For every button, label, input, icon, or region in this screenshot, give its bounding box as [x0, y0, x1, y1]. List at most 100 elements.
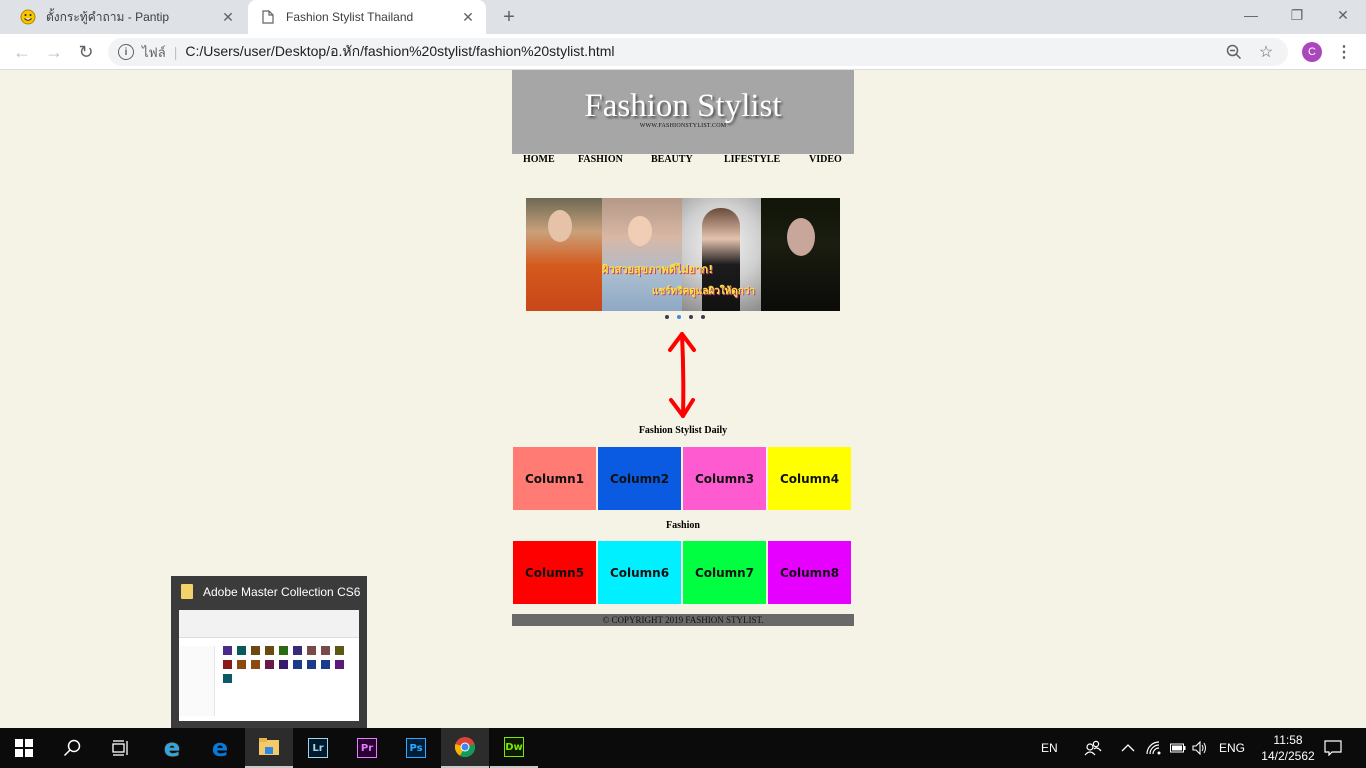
carousel-dot[interactable]	[689, 315, 693, 319]
tab-title: ตั้งกระทู้คำถาม - Pantip	[46, 9, 170, 24]
chrome-icon	[454, 737, 476, 758]
site-title: Fashion Stylist	[584, 88, 782, 124]
windows-taskbar: e e Lr Pr Ps Dw EN ENG 11:58 14/2/2562	[0, 728, 1366, 768]
nav-beauty[interactable]: BEAUTY	[651, 154, 693, 165]
nav-lifestyle[interactable]: LIFESTYLE	[724, 154, 780, 165]
column-2[interactable]: Column2	[598, 447, 681, 510]
pantip-smiley-icon	[20, 9, 36, 25]
reload-button[interactable]: ↻	[74, 40, 98, 64]
action-center-icon[interactable]	[1324, 728, 1342, 768]
taskbar-photoshop[interactable]: Ps	[392, 728, 440, 768]
column-grid-1: Column1 Column2 Column3 Column4	[512, 447, 854, 511]
red-double-arrow-annotation	[668, 332, 696, 418]
banner-photo	[761, 198, 840, 311]
file-explorer-icon	[259, 738, 279, 755]
preview-icons	[223, 646, 357, 683]
section-title-fashion: Fashion	[666, 520, 700, 531]
nav-fashion[interactable]: FASHION	[578, 154, 623, 165]
browser-toolbar: ← → ↻ i ไฟล์ | C:/Users/user/Desktop/อ.ห…	[0, 34, 1366, 70]
back-button[interactable]: ←	[10, 40, 34, 64]
banner-subheadline: แชร์ทริคดูแลผิวให้ดูกว่า	[652, 286, 756, 297]
bookmark-star-icon[interactable]: ☆	[1256, 42, 1276, 62]
dreamweaver-icon: Dw	[504, 737, 524, 757]
input-language[interactable]: EN	[1041, 728, 1058, 768]
restore-button[interactable]: ❐	[1274, 0, 1320, 30]
url-text[interactable]: C:/Users/user/Desktop/อ.หัก/fashion%20st…	[185, 41, 1224, 63]
column-1[interactable]: Column1	[513, 447, 596, 510]
column-7[interactable]: Column7	[683, 541, 766, 604]
carousel-dot[interactable]	[701, 315, 705, 319]
folder-icon	[181, 584, 193, 599]
system-clock[interactable]: 11:58 14/2/2562	[1258, 732, 1318, 764]
taskbar-file-explorer[interactable]	[245, 728, 293, 768]
scheme-label: ไฟล์	[142, 44, 166, 60]
taskbar-thumbnail-popup[interactable]: Adobe Master Collection CS6	[171, 576, 367, 728]
task-view-button[interactable]	[96, 728, 144, 768]
preview-sidebar	[179, 646, 215, 716]
task-view-icon	[112, 740, 128, 756]
carousel-dot-active[interactable]	[677, 315, 681, 319]
banner-carousel[interactable]: ผิวสวยสุขภาพดีไม่ยาก! แชร์ทริคดูแลผิวให้…	[526, 198, 840, 311]
document-icon	[260, 9, 276, 25]
profile-avatar[interactable]: C	[1302, 42, 1322, 62]
people-icon[interactable]	[1084, 728, 1102, 768]
volume-icon[interactable]	[1192, 728, 1208, 768]
tab-close-icon[interactable]: ✕	[220, 9, 236, 25]
taskbar-chrome[interactable]	[441, 728, 489, 768]
address-bar[interactable]: i ไฟล์ | C:/Users/user/Desktop/อ.หัก/fas…	[108, 38, 1288, 66]
site-url: WWW.FASHIONSTYLIST.COM	[639, 123, 727, 129]
search-button[interactable]	[48, 728, 96, 768]
site-header: Fashion Stylist WWW.FASHIONSTYLIST.COM	[512, 70, 854, 154]
show-hidden-icons-chevron-icon[interactable]	[1121, 728, 1135, 768]
minimize-button[interactable]: —	[1228, 0, 1274, 30]
kebab-menu-icon[interactable]: ⋮	[1336, 42, 1352, 62]
taskbar-premiere[interactable]: Pr	[343, 728, 391, 768]
internet-explorer-icon: e	[163, 734, 181, 762]
lightroom-icon: Lr	[308, 738, 328, 758]
search-icon	[63, 739, 81, 757]
preview-ribbon	[179, 610, 359, 638]
column-6[interactable]: Column6	[598, 541, 681, 604]
column-4[interactable]: Column4	[768, 447, 851, 510]
window-preview[interactable]	[179, 610, 359, 721]
clock-date: 14/2/2562	[1261, 749, 1315, 763]
tab-fashion-stylist[interactable]: Fashion Stylist Thailand ✕	[248, 0, 486, 34]
clock-time: 11:58	[1273, 733, 1303, 747]
zoom-out-icon[interactable]	[1224, 42, 1244, 62]
tab-strip: ตั้งกระทู้คำถาม - Pantip ✕ Fashion Styli…	[0, 0, 1366, 34]
premiere-icon: Pr	[357, 738, 377, 758]
section-title-daily: Fashion Stylist Daily	[638, 425, 728, 436]
tab-pantip[interactable]: ตั้งกระทู้คำถาม - Pantip ✕	[8, 0, 246, 34]
taskbar-edge[interactable]: e	[196, 728, 244, 768]
battery-icon[interactable]	[1170, 728, 1186, 768]
taskbar-dreamweaver[interactable]: Dw	[490, 728, 538, 768]
info-icon[interactable]: i	[118, 44, 134, 60]
wifi-icon[interactable]	[1146, 728, 1162, 768]
carousel-dots	[665, 315, 705, 321]
tab-close-icon[interactable]: ✕	[460, 9, 476, 25]
column-grid-2: Column5 Column6 Column7 Column8	[512, 541, 854, 605]
nav-home[interactable]: HOME	[523, 154, 555, 165]
column-8[interactable]: Column8	[768, 541, 851, 604]
site-nav: HOME FASHION BEAUTY LIFESTYLE VIDEO	[512, 154, 854, 170]
photoshop-icon: Ps	[406, 738, 426, 758]
new-tab-button[interactable]: +	[498, 6, 520, 28]
close-window-button[interactable]: ✕	[1320, 0, 1366, 30]
banner-photo	[526, 198, 602, 311]
site-footer: © COPYRIGHT 2019 FASHION STYLIST.	[512, 614, 854, 626]
divider: |	[173, 44, 178, 60]
carousel-dot[interactable]	[665, 315, 669, 319]
tab-title: Fashion Stylist Thailand	[286, 10, 414, 24]
thumbnail-title: Adobe Master Collection CS6	[203, 584, 361, 599]
nav-video[interactable]: VIDEO	[809, 154, 842, 165]
taskbar-lightroom[interactable]: Lr	[294, 728, 342, 768]
thumbnail-header: Adobe Master Collection CS6	[181, 584, 360, 599]
column-5[interactable]: Column5	[513, 541, 596, 604]
ime-indicator[interactable]: ENG	[1219, 728, 1245, 768]
column-3[interactable]: Column3	[683, 447, 766, 510]
windows-logo-icon	[15, 739, 33, 757]
forward-button[interactable]: →	[42, 40, 66, 64]
edge-icon: e	[211, 734, 229, 762]
taskbar-internet-explorer[interactable]: e	[148, 728, 196, 768]
start-button[interactable]	[0, 728, 48, 768]
